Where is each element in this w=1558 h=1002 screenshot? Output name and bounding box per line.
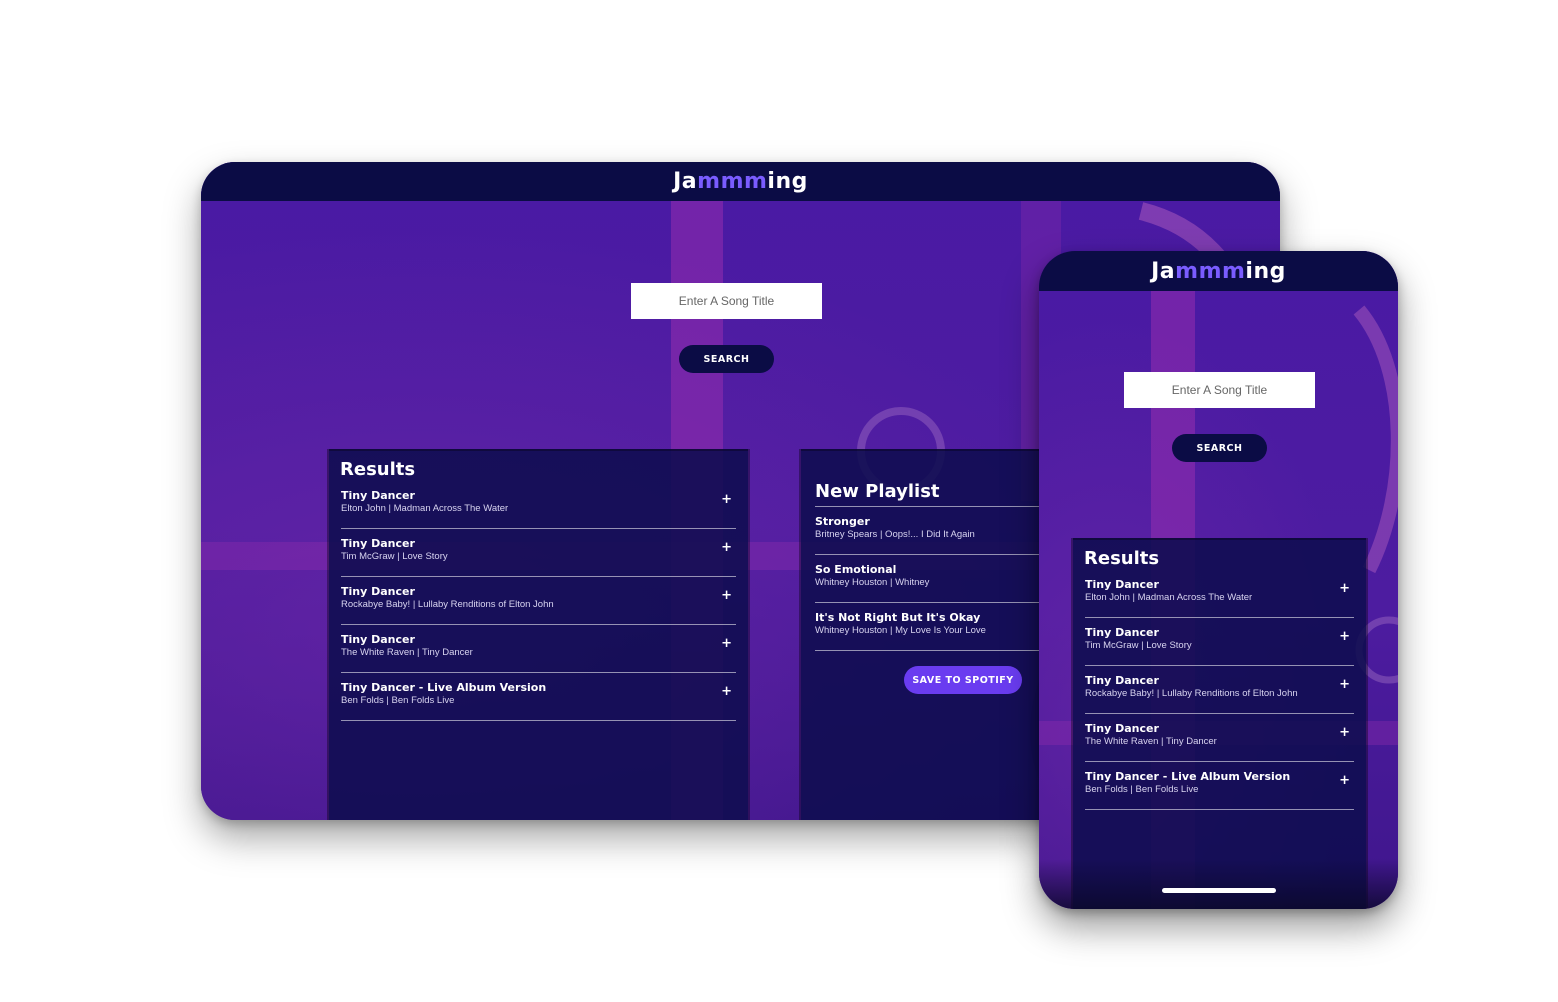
search-button[interactable]: SEARCH (1172, 434, 1267, 462)
track-name: Tiny Dancer (341, 633, 415, 646)
add-track-button[interactable]: + (721, 588, 732, 603)
track-info: The White Raven | Tiny Dancer (341, 647, 473, 658)
track-info: Ben Folds | Ben Folds Live (341, 695, 455, 706)
track-info: The White Raven | Tiny Dancer (1085, 736, 1217, 747)
track-info: Britney Spears | Oops!... I Did It Again (815, 529, 975, 540)
track-info: Rockabye Baby! | Lullaby Renditions of E… (341, 599, 554, 610)
track-info: Rockabye Baby! | Lullaby Renditions of E… (1085, 688, 1298, 699)
results-panel: Results Tiny Dancer Elton John | Madman … (1073, 538, 1366, 909)
track-row: Tiny Dancer The White Raven | Tiny Dance… (341, 625, 736, 673)
save-to-spotify-button[interactable]: SAVE TO SPOTIFY (904, 666, 1022, 694)
app-logo: Jammming (1151, 258, 1286, 284)
track-row: Tiny Dancer The White Raven | Tiny Dance… (1085, 714, 1354, 762)
track-name: Tiny Dancer (341, 585, 415, 598)
add-track-button[interactable]: + (721, 684, 732, 699)
track-name: Tiny Dancer (1085, 626, 1159, 639)
track-info: Elton John | Madman Across The Water (1085, 592, 1253, 603)
home-indicator[interactable] (1162, 888, 1276, 893)
track-row: Tiny Dancer Rockabye Baby! | Lullaby Ren… (341, 577, 736, 625)
track-name: Tiny Dancer (1085, 674, 1159, 687)
track-name: Tiny Dancer - Live Album Version (341, 681, 547, 694)
mobile-window: Jammming Enter A Song Title SEARCH Resul… (1039, 251, 1398, 909)
bottom-fade (1039, 859, 1398, 909)
playlist-title-input[interactable]: New Playlist (815, 481, 940, 502)
add-track-button[interactable]: + (721, 492, 732, 507)
track-name: Stronger (815, 515, 870, 528)
track-row: Tiny Dancer Elton John | Madman Across T… (1085, 570, 1354, 618)
track-row: Tiny Dancer Tim McGraw | Love Story + (341, 529, 736, 577)
app-header: Jammming (201, 162, 1280, 201)
track-row: Tiny Dancer - Live Album Version Ben Fol… (341, 673, 736, 721)
track-name: So Emotional (815, 563, 897, 576)
app-logo: Jammming (673, 169, 808, 194)
track-name: Tiny Dancer (341, 537, 415, 550)
add-track-button[interactable]: + (1339, 677, 1350, 692)
results-title: Results (340, 459, 416, 480)
track-info: Ben Folds | Ben Folds Live (1085, 784, 1199, 795)
track-info: Tim McGraw | Love Story (1085, 640, 1192, 651)
track-info: Tim McGraw | Love Story (341, 551, 448, 562)
track-info: Whitney Houston | Whitney (815, 577, 930, 588)
search-input[interactable]: Enter A Song Title (631, 283, 822, 319)
add-track-button[interactable]: + (1339, 581, 1350, 596)
add-track-button[interactable]: + (721, 636, 732, 651)
search-button[interactable]: SEARCH (679, 345, 774, 373)
track-info: Whitney Houston | My Love Is Your Love (815, 625, 986, 636)
track-name: Tiny Dancer (1085, 722, 1159, 735)
track-row: Tiny Dancer Rockabye Baby! | Lullaby Ren… (1085, 666, 1354, 714)
track-name: Tiny Dancer (341, 489, 415, 502)
search-input[interactable]: Enter A Song Title (1124, 372, 1315, 408)
add-track-button[interactable]: + (1339, 725, 1350, 740)
track-name: It's Not Right But It's Okay (815, 611, 981, 624)
track-name: Tiny Dancer (1085, 578, 1159, 591)
mockup-stage: Jammming Enter A Song Title SEARCH Resul… (0, 0, 1558, 1002)
track-name: Tiny Dancer - Live Album Version (1085, 770, 1291, 783)
track-row: Tiny Dancer - Live Album Version Ben Fol… (1085, 762, 1354, 810)
add-track-button[interactable]: + (1339, 629, 1350, 644)
app-header: Jammming (1039, 251, 1398, 291)
add-track-button[interactable]: + (721, 540, 732, 555)
track-info: Elton John | Madman Across The Water (341, 503, 509, 514)
track-row: Tiny Dancer Elton John | Madman Across T… (341, 481, 736, 529)
results-panel: Results Tiny Dancer Elton John | Madman … (329, 449, 748, 820)
results-title: Results (1084, 548, 1160, 569)
track-row: Tiny Dancer Tim McGraw | Love Story + (1085, 618, 1354, 666)
add-track-button[interactable]: + (1339, 773, 1350, 788)
